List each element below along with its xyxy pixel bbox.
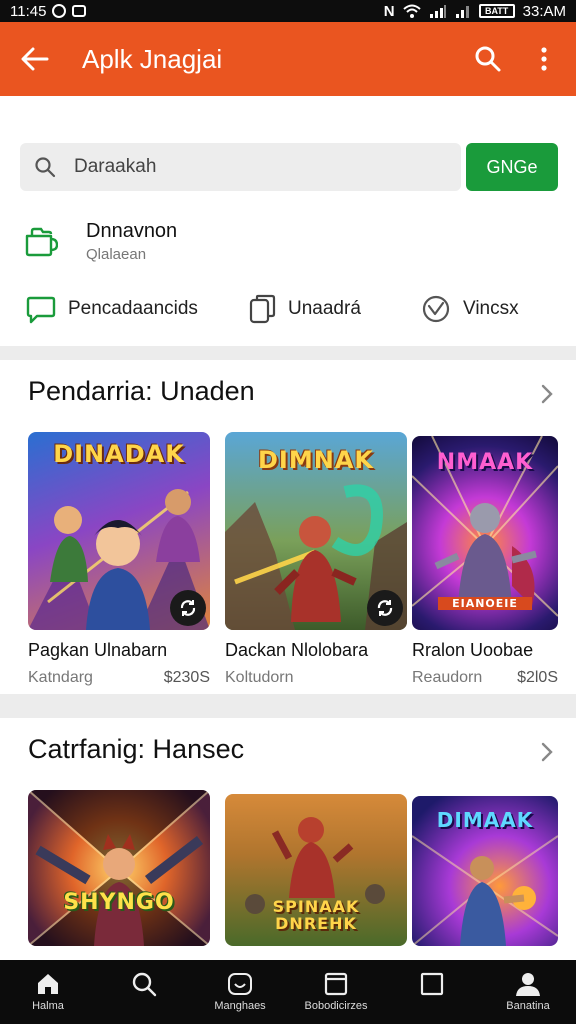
game-art-title: DINADAK xyxy=(53,440,185,468)
download-row-subtitle: Qlalaean xyxy=(86,246,147,263)
back-arrow-icon xyxy=(21,47,49,71)
gallery-icon xyxy=(72,5,87,17)
overflow-menu-button[interactable] xyxy=(516,22,572,96)
game-thumbnail: SPINAAK DNREHK xyxy=(225,794,407,946)
game-thumbnail: DIMNAK xyxy=(225,432,407,630)
game-art-title: DIMNAK xyxy=(258,446,374,474)
game-art-caption: EIANOEIE xyxy=(438,597,532,610)
game-title: Rralon Uoobae xyxy=(412,640,534,660)
nav-label: Bobodicirzes xyxy=(304,999,368,1012)
section-category: Catrfanig: Hansec SHYNGO SPINAAK DNREHK xyxy=(0,718,576,962)
chevron-right-icon[interactable] xyxy=(540,742,554,762)
download-row-title: Dnnavnon xyxy=(86,220,178,242)
search-icon xyxy=(35,157,56,178)
game-card[interactable]: DINADAK Pagkan Ulnabarn Katndarg $230S xyxy=(28,432,210,687)
nav-label: Manghaes xyxy=(214,999,266,1012)
filter-chips: Pencadaancids Unaadrá Vincsx xyxy=(26,292,566,326)
nav-games[interactable]: Manghaes xyxy=(192,960,288,1024)
notification-icon xyxy=(52,4,67,18)
status-time: 11:45 xyxy=(10,2,47,20)
status-bar: 11:45 N BATT 33:AM xyxy=(0,0,576,22)
search-submit-button[interactable]: GNGe xyxy=(466,143,558,191)
game-title: Pagkan Ulnabarn xyxy=(28,640,168,660)
game-category: Katndarg xyxy=(28,669,93,686)
back-button[interactable] xyxy=(0,22,70,96)
nav-label: Halma xyxy=(32,999,64,1012)
search-icon xyxy=(132,972,157,996)
device-icon xyxy=(249,294,276,324)
game-thumbnail: NMAAK EIANOEIE xyxy=(412,436,558,630)
game-card[interactable]: DIMAAK xyxy=(412,796,558,946)
toolbar-title: Aplk Jnagjai xyxy=(82,43,223,74)
section-featured: Pendarria: Unaden DINADAK Pagkan Ulnabar… xyxy=(0,360,576,694)
game-art-title: SPINAAK DNREHK xyxy=(272,897,360,933)
game-thumbnail: SHYNGO xyxy=(28,790,210,946)
chip-label: Pencadaancids xyxy=(68,298,198,319)
chip-label: Unaadrá xyxy=(288,298,361,319)
search-icon xyxy=(475,46,501,72)
nav-apps[interactable]: Bobodicirzes xyxy=(288,960,384,1024)
signal-icon xyxy=(429,5,446,18)
game-art-title: DIMAAK xyxy=(436,808,534,832)
battery-icon: BATT xyxy=(478,4,515,18)
library-icon xyxy=(420,972,444,995)
nav-search[interactable] xyxy=(96,960,192,1024)
game-card[interactable]: DIMNAK Dackan Nlolobara Koltudorn xyxy=(225,432,407,687)
search-input[interactable] xyxy=(74,156,434,178)
wifi-icon xyxy=(402,4,421,18)
search-field[interactable] xyxy=(20,143,461,191)
checkmark-shield-icon xyxy=(422,295,450,323)
game-art-title: NMAAK xyxy=(436,450,534,475)
more-vert-icon xyxy=(541,47,547,71)
signal-icon-2 xyxy=(455,6,469,18)
download-folder-icon xyxy=(25,227,58,256)
chip-label: Vincsx xyxy=(463,298,519,319)
home-icon xyxy=(38,973,58,994)
chevron-right-icon[interactable] xyxy=(540,384,554,404)
section-title: Catrfanig: Hansec xyxy=(28,734,245,764)
download-badge-icon[interactable] xyxy=(367,590,403,626)
nav-account[interactable]: Banatina xyxy=(480,960,576,1024)
account-icon xyxy=(516,972,540,996)
games-icon xyxy=(228,972,252,995)
game-card[interactable]: SHYNGO xyxy=(28,790,210,946)
app-toolbar: Aplk Jnagjai xyxy=(0,22,576,96)
nfc-icon: N xyxy=(383,2,395,20)
game-price: $230S xyxy=(163,669,210,686)
toolbar-search-button[interactable] xyxy=(460,22,516,96)
chip-verified[interactable]: Vincsx xyxy=(421,292,519,326)
game-card[interactable]: NMAAK EIANOEIE Rralon Uoobae Reaudorn $2… xyxy=(412,436,558,687)
apps-icon xyxy=(324,972,348,995)
download-badge-icon[interactable] xyxy=(170,590,206,626)
bottom-navigation: Halma Manghaes Bobodicirzes Banatina xyxy=(0,960,576,1024)
chip-device[interactable]: Unaadrá xyxy=(248,292,421,326)
chat-bubble-icon xyxy=(26,296,56,324)
nav-home[interactable]: Halma xyxy=(0,960,96,1024)
nav-label: Banatina xyxy=(506,999,550,1012)
game-category: Reaudorn xyxy=(412,669,483,686)
chip-recommendations[interactable]: Pencadaancids xyxy=(26,292,248,326)
download-row[interactable]: Dnnavnon Qlalaean xyxy=(24,220,177,263)
game-thumbnail: DIMAAK xyxy=(412,796,558,946)
game-price: $2l0S xyxy=(517,669,558,686)
game-title: Dackan Nlolobara xyxy=(225,640,369,660)
search-panel: GNGe Dnnavnon Qlalaean Pencadaancids Una… xyxy=(0,96,576,346)
game-artwork xyxy=(28,790,210,946)
game-category: Koltudorn xyxy=(225,669,294,686)
status-clock: 33:AM xyxy=(522,2,566,20)
nav-library[interactable] xyxy=(384,960,480,1024)
game-thumbnail: DINADAK xyxy=(28,432,210,630)
game-art-title: SHYNGO xyxy=(63,890,175,915)
game-card[interactable]: SPINAAK DNREHK xyxy=(225,794,407,946)
section-title: Pendarria: Unaden xyxy=(28,376,255,406)
